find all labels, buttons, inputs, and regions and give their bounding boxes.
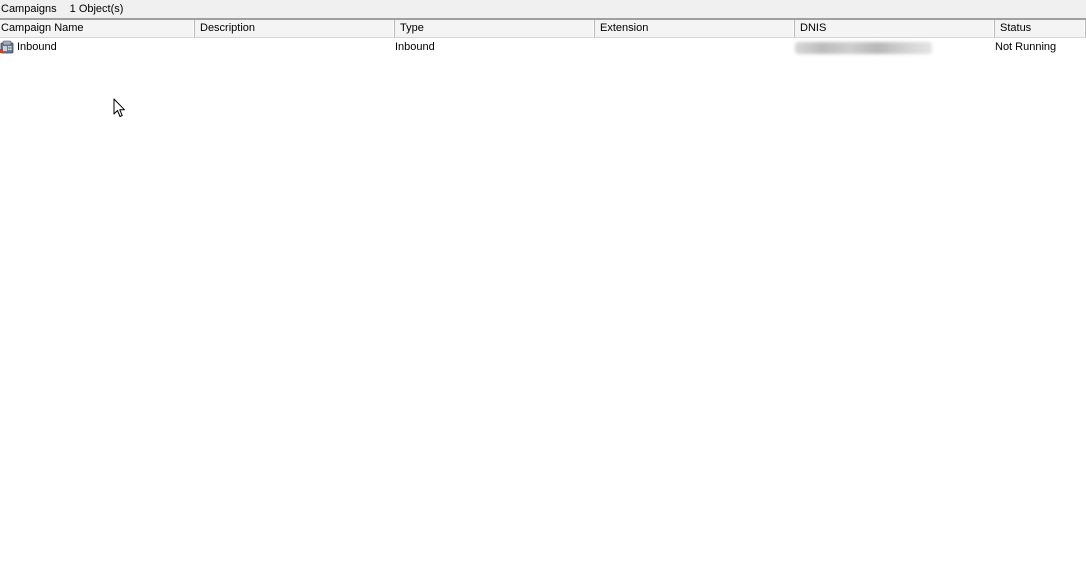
column-header-dnis[interactable]: DNIS	[795, 20, 995, 37]
arrow-cursor-icon	[113, 98, 125, 117]
table-row[interactable]: Inbound Inbound Not Running	[0, 38, 1086, 56]
column-header-extension[interactable]: Extension	[595, 20, 795, 37]
column-header-campaign-name[interactable]: Campaign Name	[0, 20, 195, 37]
column-header-description[interactable]: Description	[195, 20, 395, 37]
type-cell: Inbound	[395, 41, 435, 53]
title-bar: Campaigns 1 Object(s)	[0, 0, 1086, 19]
column-header-type[interactable]: Type	[395, 20, 595, 37]
table-header: Campaign Name Description Type Extension…	[0, 20, 1086, 38]
section-title: Campaigns	[1, 3, 57, 15]
column-header-status[interactable]: Status	[995, 20, 1086, 37]
campaign-phone-icon	[0, 40, 14, 54]
object-count: 1 Object(s)	[69, 3, 124, 15]
campaigns-view: Campaigns 1 Object(s) Campaign Name Desc…	[0, 0, 1086, 588]
dnis-cell-redacted	[795, 42, 932, 54]
status-cell: Not Running	[995, 41, 1057, 53]
campaign-name-cell: Inbound	[17, 41, 57, 53]
